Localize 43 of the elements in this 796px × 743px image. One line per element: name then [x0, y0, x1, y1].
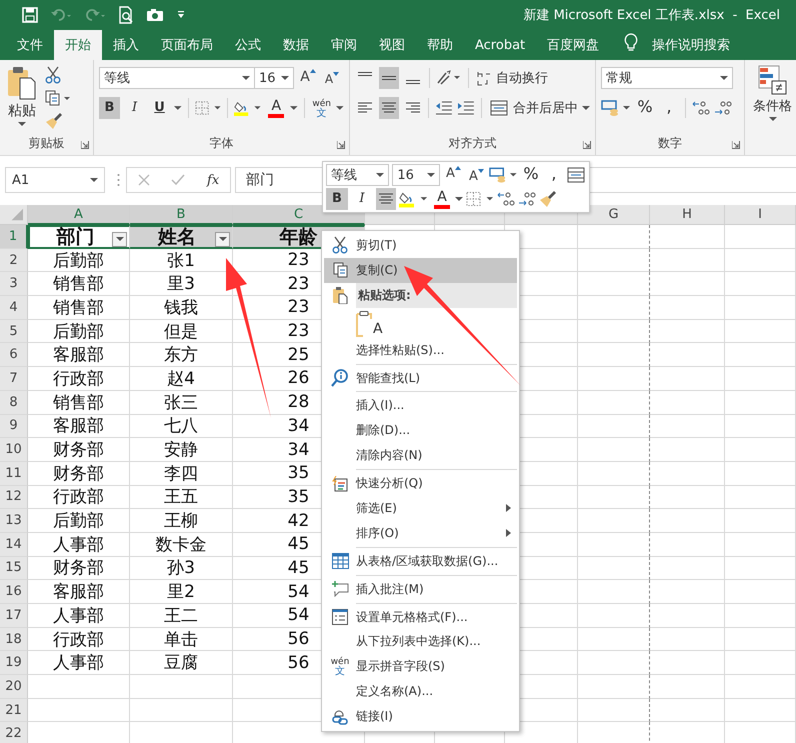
table-cell: 王柳: [130, 509, 233, 533]
table-cell: 销售部: [28, 390, 130, 414]
table-cell: 销售部: [28, 296, 130, 320]
table-cell: 行政部: [28, 367, 130, 391]
table-cell: 后勤部: [28, 248, 130, 272]
table-cell: 人事部: [28, 651, 130, 676]
paste-options-heading: 粘贴选项:: [356, 282, 517, 308]
table-cell: 姓名: [130, 225, 233, 249]
table-cell: 王五: [130, 486, 233, 510]
table-cell: 张三: [130, 390, 233, 414]
table-cell: 部门: [28, 225, 130, 249]
table-cell: 里2: [130, 580, 233, 604]
group-label: 剪贴板: [28, 136, 64, 150]
table-cell: 单击: [130, 628, 233, 652]
table-cell: 孙3: [130, 556, 233, 580]
table-cell: 七八: [130, 414, 233, 438]
table-cell: 财务部: [28, 462, 130, 486]
table-cell: 豆腐: [130, 651, 233, 676]
group-label: 对齐方式: [448, 136, 496, 150]
table-cell: 赵4: [130, 367, 233, 391]
table-cell: 客服部: [28, 580, 130, 604]
group-label: 数字: [658, 136, 682, 150]
phonetic-guide-icon: wén 文: [330, 656, 350, 678]
table-cell: 人事部: [28, 604, 130, 628]
table-cell: 行政部: [28, 486, 130, 510]
table-cell: 财务部: [28, 556, 130, 580]
table-cell: 人事部: [28, 532, 130, 557]
table-cell: 后勤部: [28, 320, 130, 344]
table-cell: 客服部: [28, 343, 130, 368]
table-cell: 王二: [130, 604, 233, 628]
table-cell: 但是: [130, 320, 233, 344]
table-cell: 钱我: [130, 296, 233, 320]
table-cell: 数卡金: [130, 532, 233, 557]
table-cell: 销售部: [28, 272, 130, 296]
window-title: 新建 Microsoft Excel 工作表.xlsx - Excel: [523, 7, 780, 24]
table-cell: 行政部: [28, 628, 130, 652]
table-cell: 后勤部: [28, 509, 130, 533]
group-label: 字体: [210, 136, 234, 150]
table-cell: 财务部: [28, 438, 130, 462]
table-cell: 东方: [130, 343, 233, 368]
table-cell: 客服部: [28, 414, 130, 438]
table-cell: 安静: [130, 438, 233, 462]
table-cell: 李四: [130, 462, 233, 486]
